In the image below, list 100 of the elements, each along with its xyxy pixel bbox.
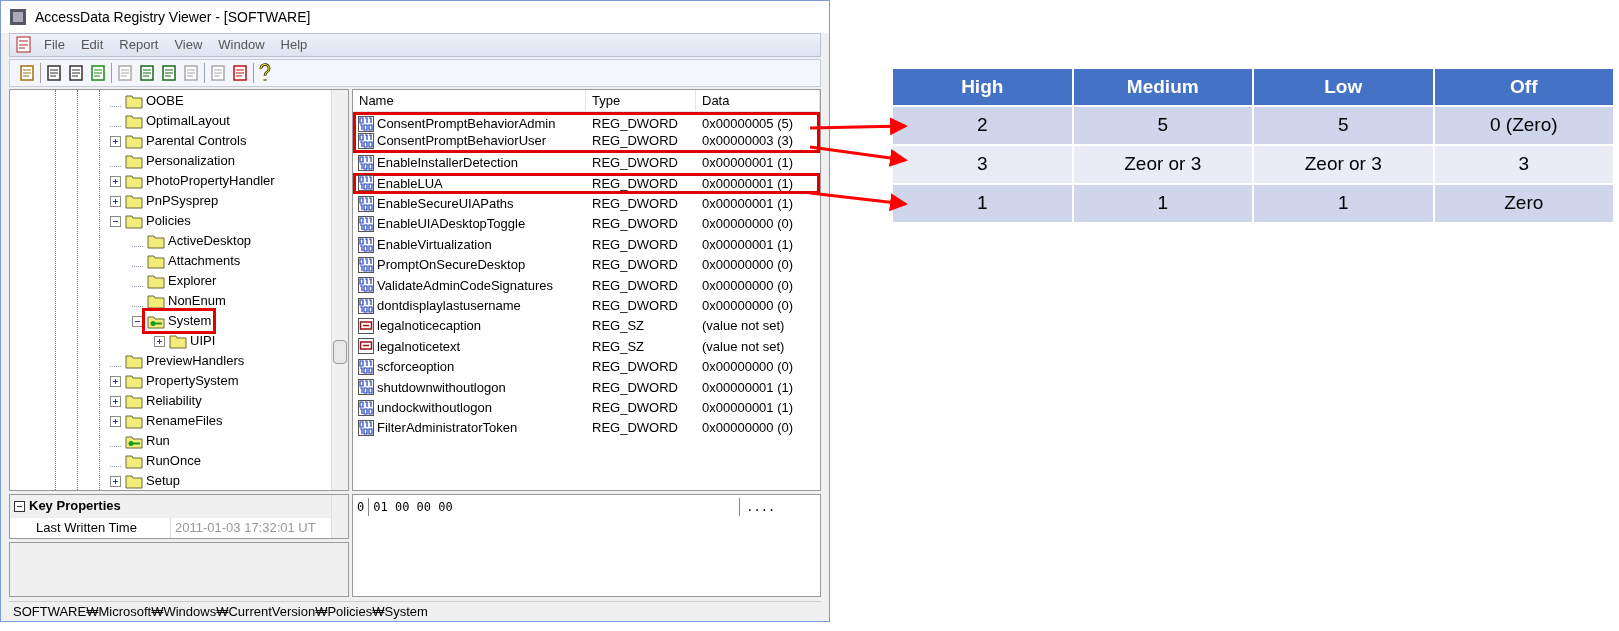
scrollbar[interactable] (331, 90, 348, 490)
tree-item[interactable]: Reliability (123, 391, 204, 411)
value-type: REG_DWORD (591, 276, 679, 295)
tree-item[interactable]: Personalization (123, 151, 237, 171)
tree-item[interactable]: UIPI (167, 331, 218, 351)
value-row[interactable]: EnableInstallerDetection REG_DWORD 0x00000001 (1) (353, 152, 820, 174)
tree-item[interactable]: PropertySystem (123, 371, 241, 391)
expand-icon[interactable] (110, 395, 121, 407)
value-data: 0x00000000 (0) (701, 358, 795, 377)
value-row[interactable]: ValidateAdminCodeSignatures REG_DWORD 0x00000000 (0) (353, 275, 820, 296)
tree-item[interactable]: Setup (123, 471, 182, 490)
value-data: 0x00000000 (0) (701, 419, 795, 438)
hex-offset: 0 (353, 498, 370, 516)
value-row[interactable]: EnableLUA REG_DWORD 0x00000001 (1) (353, 173, 820, 194)
tree-item[interactable]: ActiveDesktop (145, 231, 254, 251)
collapse-icon[interactable] (132, 315, 143, 327)
hex-ascii: .... (739, 498, 782, 516)
column-header[interactable]: Data (696, 90, 820, 111)
expand-icon[interactable] (110, 175, 121, 187)
folder-icon (125, 473, 143, 489)
value-type: REG_DWORD (591, 174, 679, 193)
table-cell: Zero (1434, 185, 1613, 222)
menu-item[interactable]: Edit (74, 35, 110, 55)
value-row[interactable]: ConsentPromptBehaviorAdmin REG_DWORD 0x00000005 (5) (353, 112, 820, 133)
table-cell: 3 (893, 146, 1072, 183)
collapse-icon[interactable] (110, 215, 121, 227)
table-header: High (893, 69, 1072, 105)
value-type: REG_DWORD (591, 256, 679, 275)
value-type: REG_DWORD (591, 378, 679, 397)
table-cell: 2 (893, 107, 1072, 144)
tree-item[interactable]: Parental Controls (123, 131, 249, 151)
value-row[interactable]: PromptOnSecureDesktop REG_DWORD 0x00000000 (0) (353, 254, 820, 276)
value-row[interactable]: FilterAdministratorToken REG_DWORD 0x00000000 (0) (353, 417, 820, 439)
value-name: EnableInstallerDetection (377, 154, 518, 173)
value-data: 0x00000001 (1) (701, 195, 795, 213)
tree-item[interactable]: PhotoPropertyHandler (123, 171, 277, 191)
tree-item[interactable]: RenameFiles (123, 411, 225, 431)
tree-item[interactable]: Policies (123, 211, 193, 231)
expand-icon[interactable] (110, 135, 121, 147)
folder-icon (125, 393, 143, 409)
value-data: 0x00000000 (0) (701, 296, 795, 315)
value-row[interactable]: ConsentPromptBehaviorUser REG_DWORD 0x00000003 (3) (353, 132, 820, 153)
value-row[interactable]: EnableUIADesktopToggle REG_DWORD 0x00000000 (0) (353, 213, 820, 235)
tree-item[interactable]: PreviewHandlers (123, 351, 247, 371)
folder-icon (125, 413, 143, 429)
string-value-icon (358, 318, 374, 335)
menu-item[interactable]: View (168, 35, 209, 55)
column-header[interactable]: Name (353, 90, 586, 111)
expand-icon[interactable] (154, 335, 165, 347)
value-type: REG_DWORD (591, 195, 679, 213)
value-type: REG_DWORD (591, 358, 679, 377)
expand-icon[interactable] (110, 195, 121, 207)
collapse-icon[interactable] (14, 500, 25, 512)
menu-item[interactable]: File (38, 35, 71, 55)
menu-item[interactable]: Report (113, 35, 165, 55)
tree-item[interactable]: Explorer (145, 271, 219, 291)
expand-icon[interactable] (110, 415, 121, 427)
value-data: 0x00000000 (0) (701, 256, 795, 275)
folder-icon (147, 273, 165, 289)
value-data: 0x00000001 (1) (701, 174, 795, 193)
value-row[interactable]: EnableSecureUIAPaths REG_DWORD 0x00000001 (1) (353, 193, 820, 214)
tree-item[interactable]: System (145, 311, 214, 331)
tree-item[interactable]: OOBE (123, 91, 186, 111)
value-name: ConsentPromptBehaviorUser (377, 132, 547, 151)
value-name: EnableSecureUIAPaths (377, 195, 514, 213)
table-header: Off (1434, 69, 1613, 105)
table-cell: 1 (1073, 185, 1252, 222)
tree-item[interactable]: NonEnum (145, 291, 228, 311)
value-row[interactable]: shutdownwithoutlogon REG_DWORD 0x00000001 (1) (353, 377, 820, 398)
tree-item[interactable]: OptimalLayout (123, 111, 232, 131)
value-row[interactable]: undockwithoutlogon REG_DWORD 0x00000001 (1) (353, 397, 820, 418)
value-data: 0x00000001 (1) (701, 378, 795, 397)
value-type: REG_SZ (591, 337, 645, 356)
value-name: undockwithoutlogon (377, 398, 492, 417)
help-icon[interactable] (258, 63, 272, 83)
value-name: legalnoticetext (377, 337, 461, 356)
binary-value-icon (358, 379, 374, 396)
table-header: Medium (1073, 69, 1252, 105)
value-name: ValidateAdminCodeSignatures (377, 276, 554, 295)
scrollbar[interactable] (331, 495, 348, 538)
expand-icon[interactable] (110, 375, 121, 387)
menu-item[interactable]: Window (212, 35, 271, 55)
tree-item[interactable]: PnPSysprep (123, 191, 221, 211)
value-row[interactable]: legalnoticecaption REG_SZ (value not set) (353, 315, 820, 337)
value-data: 0x00000001 (1) (701, 235, 795, 254)
value-row[interactable]: scforceoption REG_DWORD 0x00000000 (0) (353, 356, 820, 378)
binary-value-icon (358, 420, 374, 437)
menu-item[interactable]: Help (274, 35, 314, 55)
tree-item[interactable]: Attachments (145, 251, 243, 271)
column-header[interactable]: Type (586, 90, 696, 111)
tree-item[interactable]: Run (123, 431, 172, 451)
value-name: EnableVirtualization (377, 235, 492, 254)
value-row[interactable]: dontdisplaylastusername REG_DWORD 0x00000000 (0) (353, 295, 820, 316)
value-type: REG_DWORD (591, 235, 679, 254)
table-cell: 5 (1254, 107, 1433, 144)
value-name: FilterAdministratorToken (377, 419, 518, 438)
expand-icon[interactable] (110, 475, 121, 487)
value-row[interactable]: legalnoticetext REG_SZ (value not set) (353, 336, 820, 357)
tree-item[interactable]: RunOnce (123, 451, 203, 471)
value-row[interactable]: EnableVirtualization REG_DWORD 0x00000001 (1) (353, 234, 820, 255)
